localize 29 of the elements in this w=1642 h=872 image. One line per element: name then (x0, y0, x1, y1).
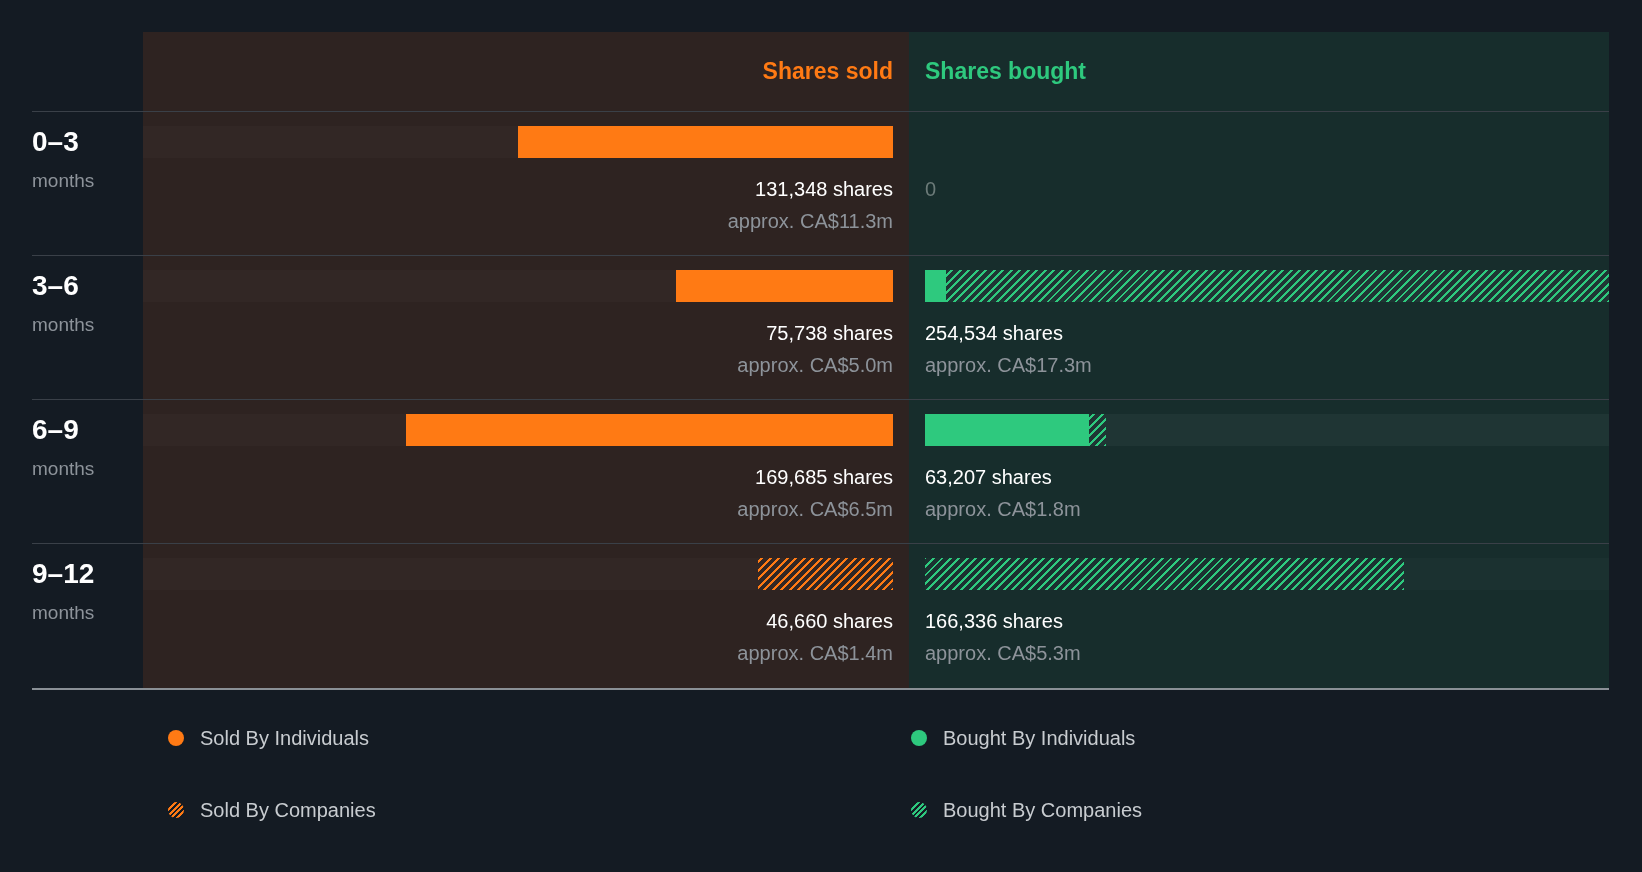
shares-bought-heading: Shares bought (925, 58, 1086, 85)
shares-count: 166,336 shares (925, 609, 1064, 634)
legend-label: Sold By Companies (200, 798, 376, 822)
approx-value: approx. CA$6.5m (737, 497, 893, 522)
shares-count: 254,534 shares (925, 321, 1064, 346)
period-label: 0–3 (32, 126, 80, 158)
period-unit: months (32, 602, 96, 624)
period-unit: months (32, 314, 96, 336)
approx-value: approx. CA$5.0m (737, 353, 893, 378)
shares-count: 169,685 shares (755, 465, 893, 490)
period-label: 6–9 (32, 414, 80, 446)
legend-label: Bought By Companies (943, 798, 1142, 822)
approx-value: approx. CA$11.3m (727, 209, 893, 234)
approx-value: approx. CA$1.4m (737, 641, 893, 666)
legend-label: Bought By Individuals (943, 726, 1136, 750)
approx-value: approx. CA$5.3m (925, 641, 1082, 666)
shares-count: 0 (925, 177, 938, 202)
approx-value: approx. CA$1.8m (925, 497, 1082, 522)
period-label: 3–6 (32, 270, 80, 302)
shares-count: 75,738 shares (766, 321, 893, 346)
period-unit: months (32, 458, 96, 480)
period-label: 9–12 (32, 558, 96, 590)
approx-value: approx. CA$17.3m (925, 353, 1093, 378)
shares-count: 46,660 shares (766, 609, 893, 634)
shares-count: 63,207 shares (925, 465, 1053, 490)
shares-sold-heading: Shares sold (762, 58, 893, 85)
period-unit: months (32, 170, 96, 192)
legend-label: Sold By Individuals (200, 726, 369, 750)
shares-count: 131,348 shares (755, 177, 893, 202)
